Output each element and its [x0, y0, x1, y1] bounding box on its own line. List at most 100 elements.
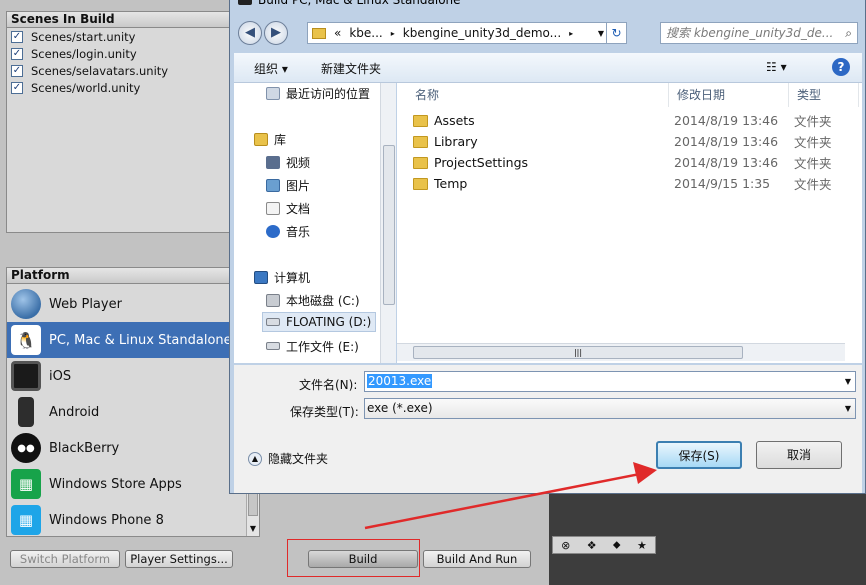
android-phone-icon — [18, 397, 34, 427]
file-modified: 2014/8/19 13:46 — [674, 113, 779, 128]
platform-label: iOS — [49, 368, 72, 384]
file-name: Library — [434, 134, 478, 149]
hide-folders-label: 隐藏文件夹 — [268, 452, 329, 466]
file-row[interactable]: Assets 2014/8/19 13:46 文件夹 — [397, 110, 862, 131]
cancel-button[interactable]: 取消 — [756, 441, 842, 469]
player-settings-button[interactable]: Player Settings... — [125, 550, 233, 568]
platform-item-windows-store[interactable]: ▦ Windows Store Apps — [7, 466, 247, 502]
address-separator[interactable]: ▸ — [391, 29, 395, 38]
platform-item-blackberry[interactable]: ●● BlackBerry — [7, 430, 247, 466]
platform-item-windows-phone[interactable]: ▦ Windows Phone 8 — [7, 502, 247, 538]
chevron-down-icon[interactable]: ▼ — [845, 399, 851, 418]
file-row[interactable]: Library 2014/8/19 13:46 文件夹 — [397, 131, 862, 152]
column-type[interactable]: 类型 — [789, 83, 859, 107]
scene-checkbox[interactable]: ✓ — [11, 81, 23, 94]
folder-icon — [413, 177, 428, 190]
ipad-icon — [11, 361, 41, 391]
file-row[interactable]: Temp 2014/9/15 1:35 文件夹 — [397, 173, 862, 194]
help-icon[interactable]: ? — [832, 58, 850, 76]
search-icon[interactable]: ⌕ — [845, 23, 852, 43]
platform-label: Windows Store Apps — [49, 476, 182, 492]
platform-header: Platform — [7, 268, 259, 284]
scene-row[interactable]: ✓ Scenes/login.unity — [7, 45, 229, 62]
globe-icon — [11, 289, 41, 319]
scene-name: Scenes/world.unity — [31, 80, 141, 95]
address-chevrons[interactable]: « — [334, 26, 341, 40]
annotation-highlight-box — [287, 539, 420, 577]
filename-value: 20013.exe — [367, 374, 433, 388]
file-list: 名称 修改日期 类型 Assets 2014/8/19 13:46 文件夹 Li… — [397, 83, 862, 363]
new-folder-button[interactable]: 新建文件夹 — [321, 60, 381, 77]
platform-label: PC, Mac & Linux Standalone — [49, 332, 232, 348]
filetype-select[interactable]: exe (*.exe) ▼ — [364, 398, 856, 419]
hide-folders-toggle[interactable]: ▲ 隐藏文件夹 — [248, 450, 328, 467]
address-bar[interactable]: « kbe... ▸ kbengine_unity3d_demo... ▸ ▼ … — [307, 22, 627, 44]
refresh-icon[interactable]: ↻ — [606, 23, 626, 43]
file-name: Assets — [434, 113, 475, 128]
platform-item-android[interactable]: Android — [7, 394, 247, 430]
dialog-toolbar: 组织 ▾ 新建文件夹 ☷ ▾ ? — [234, 53, 862, 83]
build-and-run-button[interactable]: Build And Run — [423, 550, 531, 568]
nav-work-files[interactable]: 工作文件 (E:) — [266, 336, 359, 356]
scene-checkbox[interactable]: ✓ — [11, 30, 23, 43]
blackberry-icon: ●● — [11, 433, 41, 463]
scene-checkbox[interactable]: ✓ — [11, 47, 23, 60]
scrollbar-thumb[interactable] — [383, 145, 395, 305]
dialog-title: Build PC, Mac & Linux Standalone — [258, 0, 461, 7]
nav-computer[interactable]: 计算机 — [254, 267, 310, 287]
scene-row[interactable]: ✓ Scenes/world.unity — [7, 79, 229, 96]
close-circle-icon[interactable]: ⊗ — [561, 539, 570, 552]
folder-icon — [413, 114, 428, 127]
platform-item-ios[interactable]: iOS — [7, 358, 247, 394]
scrollbar-thumb[interactable]: ||| — [413, 346, 743, 359]
search-input[interactable]: 搜索 kbengine_unity3d_de... ⌕ — [660, 22, 858, 44]
filetype-value: exe (*.exe) — [367, 401, 433, 415]
platform-item-standalone[interactable]: 🐧 PC, Mac & Linux Standalone — [7, 322, 247, 358]
tag-icon[interactable]: ⬥ — [613, 538, 621, 552]
nav-video[interactable]: 视频 — [266, 152, 310, 172]
chevron-down-icon[interactable]: ▼ — [845, 372, 851, 391]
nav-scrollbar[interactable] — [380, 83, 396, 363]
address-separator[interactable]: ▸ — [569, 29, 573, 38]
view-options-button[interactable]: ☷ ▾ — [766, 60, 787, 74]
organize-button[interactable]: 组织 ▾ — [254, 60, 288, 77]
nav-recent-places[interactable]: 最近访问的位置 — [266, 83, 370, 103]
component-icon[interactable]: ❖ — [587, 539, 597, 552]
nav-pictures[interactable]: 图片 — [266, 175, 310, 195]
folder-icon — [413, 156, 428, 169]
nav-library[interactable]: 库 — [254, 129, 286, 149]
filename-input[interactable]: 20013.exe ▼ — [364, 371, 856, 392]
file-modified: 2014/8/19 13:46 — [674, 155, 779, 170]
address-segment[interactable]: kbe... — [349, 26, 382, 40]
file-row[interactable]: ProjectSettings 2014/8/19 13:46 文件夹 — [397, 152, 862, 173]
scene-row[interactable]: ✓ Scenes/start.unity — [7, 28, 229, 45]
scene-name: Scenes/login.unity — [31, 46, 137, 61]
back-icon[interactable]: ◀ — [238, 21, 262, 45]
scroll-down-icon[interactable]: ▼ — [247, 522, 259, 536]
music-icon — [266, 224, 280, 238]
file-list-hscrollbar[interactable]: ||| — [397, 343, 845, 361]
scene-name: Scenes/start.unity — [31, 29, 136, 44]
forward-icon[interactable]: ▶ — [264, 21, 288, 45]
scene-row[interactable]: ✓ Scenes/selavatars.unity — [7, 62, 229, 79]
address-segment[interactable]: kbengine_unity3d_demo... — [403, 26, 561, 40]
star-icon[interactable]: ★ — [637, 539, 647, 552]
nav-music[interactable]: 音乐 — [266, 221, 310, 241]
chevron-down-icon[interactable]: ▼ — [598, 29, 604, 38]
file-modified: 2014/8/19 13:46 — [674, 134, 779, 149]
nav-local-disk[interactable]: 本地磁盘 (C:) — [266, 290, 360, 310]
search-placeholder: 搜索 kbengine_unity3d_de... — [666, 26, 834, 40]
scene-checkbox[interactable]: ✓ — [11, 64, 23, 77]
save-button[interactable]: 保存(S) — [656, 441, 742, 469]
column-modified[interactable]: 修改日期 — [669, 83, 789, 107]
nav-documents[interactable]: 文档 — [266, 198, 310, 218]
switch-platform-button[interactable]: Switch Platform — [10, 550, 120, 568]
folder-icon — [413, 135, 428, 148]
hard-drive-icon — [266, 293, 280, 307]
platform-label: Android — [49, 404, 100, 420]
column-name[interactable]: 名称 — [407, 83, 669, 107]
scenes-header: Scenes In Build — [7, 12, 229, 28]
platform-item-web-player[interactable]: Web Player — [7, 286, 247, 322]
platform-label: Web Player — [49, 296, 122, 312]
nav-floating-drive[interactable]: FLOATING (D:) — [262, 312, 376, 332]
